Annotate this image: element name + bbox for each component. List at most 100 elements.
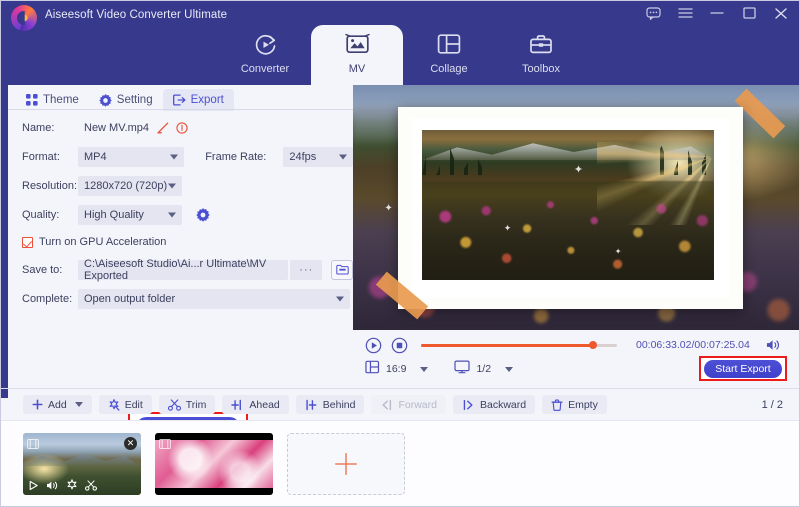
backward-button[interactable]: Backward <box>452 395 536 414</box>
sub-tabs: Theme Setting Export <box>16 87 234 111</box>
save-to-row: Save to: C:\Aiseesoft Studio\Ai...r Ulti… <box>8 257 353 282</box>
export-icon <box>172 94 186 106</box>
quality-value: High Quality <box>84 208 144 221</box>
behind-button[interactable]: Behind <box>295 395 365 414</box>
resolution-label: Resolution: <box>22 179 78 192</box>
complete-label: Complete: <box>22 292 73 305</box>
quality-label: Quality: <box>22 208 60 221</box>
aspect-ratio-selector[interactable]: 16:9 <box>365 360 429 379</box>
save-to-path-field[interactable]: C:\Aiseesoft Studio\Ai...r Ultimate\MV E… <box>78 257 289 282</box>
chevron-down-icon <box>168 212 176 217</box>
aspect-ratio-icon <box>365 360 380 379</box>
zoom-selector[interactable]: 1/2 <box>454 360 514 379</box>
aspect-ratio-value: 16:9 <box>386 363 407 375</box>
stop-button[interactable] <box>391 337 408 354</box>
start-export-highlight-secondary: Start Export <box>699 356 787 381</box>
gpu-acceleration-row: Turn on GPU Acceleration <box>8 231 353 253</box>
seek-handle[interactable] <box>589 340 598 349</box>
info-icon[interactable] <box>176 121 188 134</box>
add-button[interactable]: Add <box>23 395 92 414</box>
app-logo-icon <box>11 5 37 31</box>
subtab-export[interactable]: Export <box>162 89 234 111</box>
backward-button-label: Backward <box>479 398 527 411</box>
insert-ahead-icon <box>231 399 244 411</box>
close-icon[interactable] <box>773 5 789 21</box>
subtab-setting-label: Setting <box>116 94 153 106</box>
mv-icon <box>344 31 370 57</box>
quality-select[interactable]: High Quality <box>78 204 182 225</box>
toolbox-icon <box>529 31 553 57</box>
gear-icon <box>99 93 112 107</box>
sparkle-icon: ✦ <box>384 202 393 214</box>
edit-pencil-icon[interactable] <box>157 122 169 134</box>
ahead-button[interactable]: Ahead <box>222 395 289 414</box>
subtab-theme-label: Theme <box>43 94 79 106</box>
tab-mv[interactable]: MV <box>311 25 403 85</box>
main-navigation: Converter MV Collage Toolbox <box>219 25 587 85</box>
effect-star-icon[interactable] <box>66 479 78 491</box>
scissors-icon <box>167 398 181 411</box>
chevron-down-icon <box>420 366 429 372</box>
play-icon[interactable] <box>28 480 39 491</box>
feedback-icon[interactable] <box>645 5 661 21</box>
seek-bar[interactable] <box>421 340 617 349</box>
subtab-setting[interactable]: Setting <box>89 89 163 111</box>
quality-settings-gear-icon[interactable] <box>196 207 210 222</box>
clip-toolbar: Add Edit Trim Ahead Behind Forward Backw… <box>1 389 799 420</box>
play-button[interactable] <box>365 337 382 354</box>
scissors-icon[interactable] <box>85 479 97 491</box>
preview-photo: ✦ ✦ ✦ <box>422 130 714 280</box>
subtab-export-label: Export <box>190 94 224 106</box>
edit-button-label: Edit <box>124 398 143 411</box>
player-transport-row: 00:06:33.02/00:07:25.04 <box>365 335 795 355</box>
plus-icon <box>32 399 43 410</box>
tab-collage[interactable]: Collage <box>403 25 495 85</box>
name-row: Name: New MV.mp4 <box>8 115 353 140</box>
gpu-acceleration-checkbox[interactable] <box>22 236 33 248</box>
video-preview[interactable]: ✦ ✦ ✦ ✦ <box>353 85 799 330</box>
frame-rate-select[interactable]: 24fps <box>283 146 353 167</box>
empty-button-label: Empty <box>568 398 598 411</box>
insert-behind-icon <box>305 399 318 411</box>
gpu-acceleration-label: Turn on GPU Acceleration <box>39 236 167 248</box>
remove-clip-button[interactable]: ✕ <box>124 437 137 450</box>
empty-button[interactable]: Empty <box>542 395 607 414</box>
complete-value: Open output folder <box>84 292 176 305</box>
tab-toolbox[interactable]: Toolbox <box>495 25 587 85</box>
tab-collage-label: Collage <box>430 63 468 75</box>
left-edge-strip <box>1 85 8 398</box>
clip-tools <box>28 479 97 491</box>
minimize-icon[interactable] <box>709 5 725 21</box>
edit-button[interactable]: Edit <box>98 395 152 414</box>
resolution-select[interactable]: 1280x720 (720p) <box>78 175 182 196</box>
player-options-row: 16:9 1/2 Start Export <box>365 356 795 381</box>
clip-thumbnail-2[interactable] <box>155 433 273 495</box>
tab-converter[interactable]: Converter <box>219 25 311 85</box>
open-folder-button[interactable] <box>331 259 353 280</box>
format-label: Format: <box>22 150 60 163</box>
menu-icon[interactable] <box>677 5 693 21</box>
converter-icon <box>253 31 278 57</box>
format-select[interactable]: MP4 <box>78 146 185 167</box>
tab-mv-label: MV <box>348 63 366 75</box>
clip-thumbnail-2-image <box>155 433 273 495</box>
trim-button[interactable]: Trim <box>158 395 216 414</box>
add-clip-button[interactable] <box>287 433 405 495</box>
complete-row: Complete: Open output folder <box>8 286 353 311</box>
forward-button: Forward <box>371 395 446 414</box>
save-to-value: C:\Aiseesoft Studio\Ai...r Ultimate\MV E… <box>84 257 267 282</box>
volume-icon[interactable] <box>46 480 59 491</box>
clip-thumbnail-1[interactable]: ✕ <box>23 433 141 495</box>
complete-action-select[interactable]: Open output folder <box>78 288 350 309</box>
frame-rate-label: Frame Rate: <box>205 150 267 163</box>
forward-button-label: Forward <box>398 398 437 411</box>
browse-ellipsis-button[interactable]: ··· <box>290 259 323 280</box>
resolution-value: 1280x720 (720p) <box>84 179 168 192</box>
player-controls: 00:06:33.02/00:07:25.04 16:9 1/2 Start E… <box>353 330 799 388</box>
volume-icon[interactable] <box>766 338 781 352</box>
start-export-button-secondary[interactable]: Start Export <box>704 359 782 378</box>
export-form: Name: New MV.mp4 Format: MP4 Frame Rate: <box>8 115 353 315</box>
maximize-icon[interactable] <box>741 5 757 21</box>
seek-fill <box>421 344 594 347</box>
subtab-theme[interactable]: Theme <box>16 89 89 111</box>
